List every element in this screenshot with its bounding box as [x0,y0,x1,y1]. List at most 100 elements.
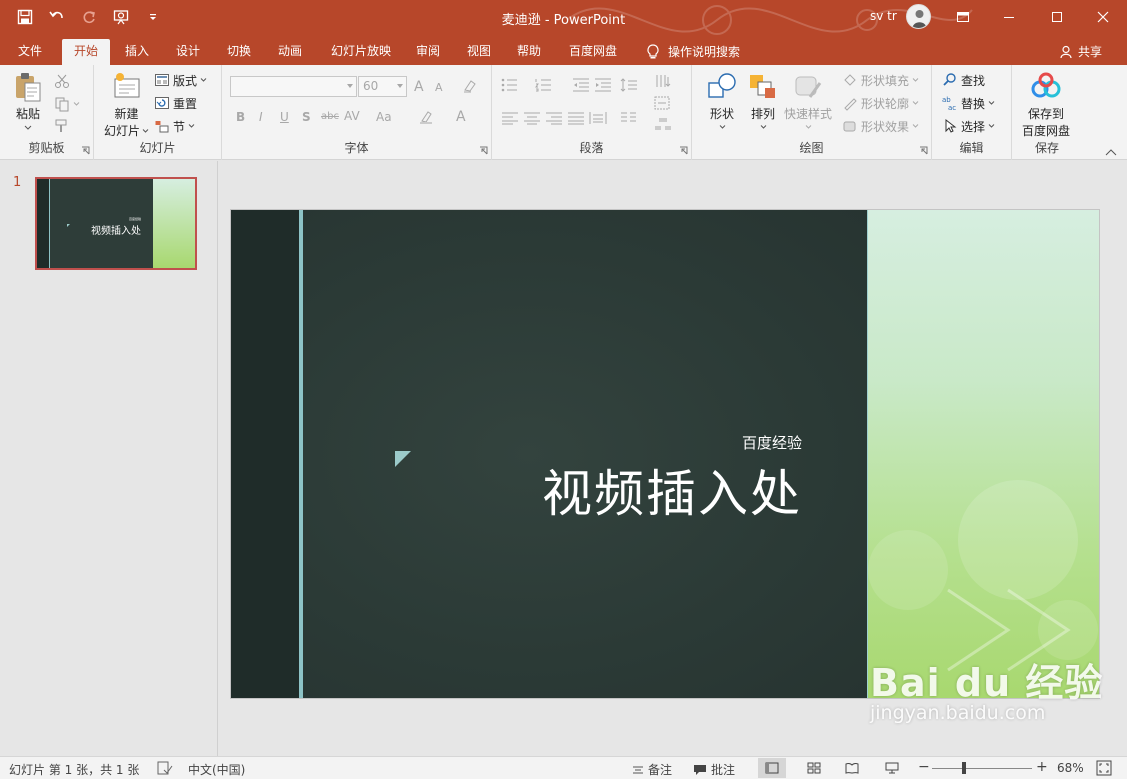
tab-view[interactable]: 视图 [458,39,500,65]
zoom-slider-thumb[interactable] [962,762,966,774]
tab-animations[interactable]: 动画 [269,39,311,65]
zoom-slider-track[interactable] [932,768,1032,769]
zoom-level[interactable]: 68% [1057,761,1084,775]
align-center-icon[interactable] [523,111,541,125]
change-case-button[interactable]: Aa [376,110,392,124]
slide-triangle-shape[interactable] [395,451,411,467]
slide-canvas[interactable]: 百度经验 视频插入处 [231,210,1099,698]
reset-button[interactable]: 重置 [154,93,197,113]
svg-text:ab: ab [942,96,951,104]
replace-button[interactable]: ab ac 替换 [942,93,995,113]
collapse-ribbon-icon[interactable] [1105,148,1117,156]
layout-button[interactable]: 版式 [154,70,207,90]
find-button[interactable]: 查找 [942,70,985,90]
dialog-launcher-icon[interactable] [919,146,928,155]
slide-sorter-button[interactable] [800,758,828,778]
highlight-icon[interactable] [418,109,436,125]
chevron-down-icon [142,128,149,133]
shape-outline-button[interactable]: 形状轮廓 [842,93,919,113]
font-color-button[interactable]: A [456,109,466,125]
ribbon-display-options-icon[interactable] [940,0,986,33]
tab-file[interactable]: 文件 [8,39,52,65]
dialog-launcher-icon[interactable] [81,146,90,155]
close-icon[interactable] [1080,0,1126,33]
justify-icon[interactable] [567,111,585,125]
reading-view-button[interactable] [838,758,866,778]
format-painter-button[interactable] [54,116,70,136]
distributed-icon[interactable] [589,111,607,125]
minimize-icon[interactable] [986,0,1032,33]
tab-transitions[interactable]: 切换 [218,39,260,65]
quick-styles-button[interactable]: 快速样式 [784,71,832,129]
group-label-clipboard: 剪贴板 [28,141,65,155]
tab-baidu-netdisk[interactable]: 百度网盘 [561,39,625,65]
select-button[interactable]: 选择 [942,116,995,136]
section-button[interactable]: 节 [154,116,195,136]
comments-button[interactable]: 批注 [693,761,735,778]
new-slide-label-2: 幻灯片 [104,124,141,138]
convert-to-smartart-icon[interactable] [654,117,672,131]
paint-bucket-icon [844,74,856,86]
dialog-launcher-icon[interactable] [679,146,688,155]
paste-button[interactable]: 粘贴 [12,71,44,130]
slideshow-button[interactable] [878,758,906,778]
slide-thumbnail[interactable]: 百度经验 视频插入处 [35,177,197,270]
bullets-icon[interactable] [501,78,519,92]
cut-button[interactable] [54,71,70,91]
normal-view-button[interactable] [758,758,786,778]
dialog-launcher-icon[interactable] [479,146,488,155]
numbering-icon[interactable] [535,78,553,92]
align-right-icon[interactable] [545,111,563,125]
font-size-combobox[interactable]: 60 [358,76,407,97]
slide-subtitle[interactable]: 百度经验 [742,432,802,453]
grow-font-button[interactable]: A [414,79,424,95]
tab-design[interactable]: 设计 [167,39,209,65]
decrease-indent-icon[interactable] [572,78,590,92]
shadow-button[interactable]: S [302,110,311,124]
underline-button[interactable]: U [280,110,289,124]
line-spacing-icon[interactable] [620,78,638,92]
shrink-font-button[interactable]: A [435,81,443,94]
bold-button[interactable]: B [236,110,245,124]
tab-help[interactable]: 帮助 [508,39,550,65]
columns-icon[interactable] [620,111,638,125]
notes-button[interactable]: 备注 [632,761,672,778]
notes-label: 备注 [648,763,673,777]
zoom-out-button[interactable]: − [918,759,930,775]
arrange-label: 排列 [750,107,775,121]
font-size-value: 60 [363,79,379,93]
new-slide-button[interactable]: 新建 幻灯片 [104,71,149,139]
tab-review[interactable]: 审阅 [407,39,449,65]
chevron-down-icon [188,124,195,128]
share-button[interactable]: 共享 [1060,43,1102,60]
shapes-button[interactable]: 形状 [706,71,738,129]
align-left-icon[interactable] [501,111,519,125]
language-indicator[interactable]: 中文(中国) [188,761,245,778]
save-to-baidu-button[interactable]: 保存到 百度网盘 [1022,71,1070,139]
tab-slideshow[interactable]: 幻灯片放映 [322,39,400,65]
tab-home[interactable]: 开始 [62,39,110,65]
clear-formatting-icon[interactable] [462,78,478,94]
increase-indent-icon[interactable] [594,78,612,92]
zoom-in-button[interactable]: + [1036,759,1048,775]
arrange-button[interactable]: 排列 [747,71,779,129]
shape-effects-button[interactable]: 形状效果 [842,116,919,136]
maximize-icon[interactable] [1034,0,1080,33]
avatar[interactable] [906,4,931,29]
italic-button[interactable]: I [259,110,263,124]
align-text-icon[interactable] [654,96,672,110]
slide-title[interactable]: 视频插入处 [542,454,802,526]
group-label-font: 字体 [344,141,369,155]
copy-button[interactable] [54,94,80,114]
tab-insert[interactable]: 插入 [116,39,158,65]
spell-check-icon[interactable] [157,761,173,775]
fit-to-window-icon[interactable] [1096,760,1112,776]
shapes-icon [708,73,736,98]
shape-fill-button[interactable]: 形状填充 [842,70,919,90]
strikethrough-button[interactable]: abc [321,111,339,122]
user-name[interactable]: sv tr [870,9,897,23]
font-name-combobox[interactable] [230,76,357,97]
character-spacing-button[interactable]: AV [344,109,360,123]
text-direction-icon[interactable] [654,74,672,88]
tell-me-search[interactable]: 操作说明搜索 [646,43,740,60]
